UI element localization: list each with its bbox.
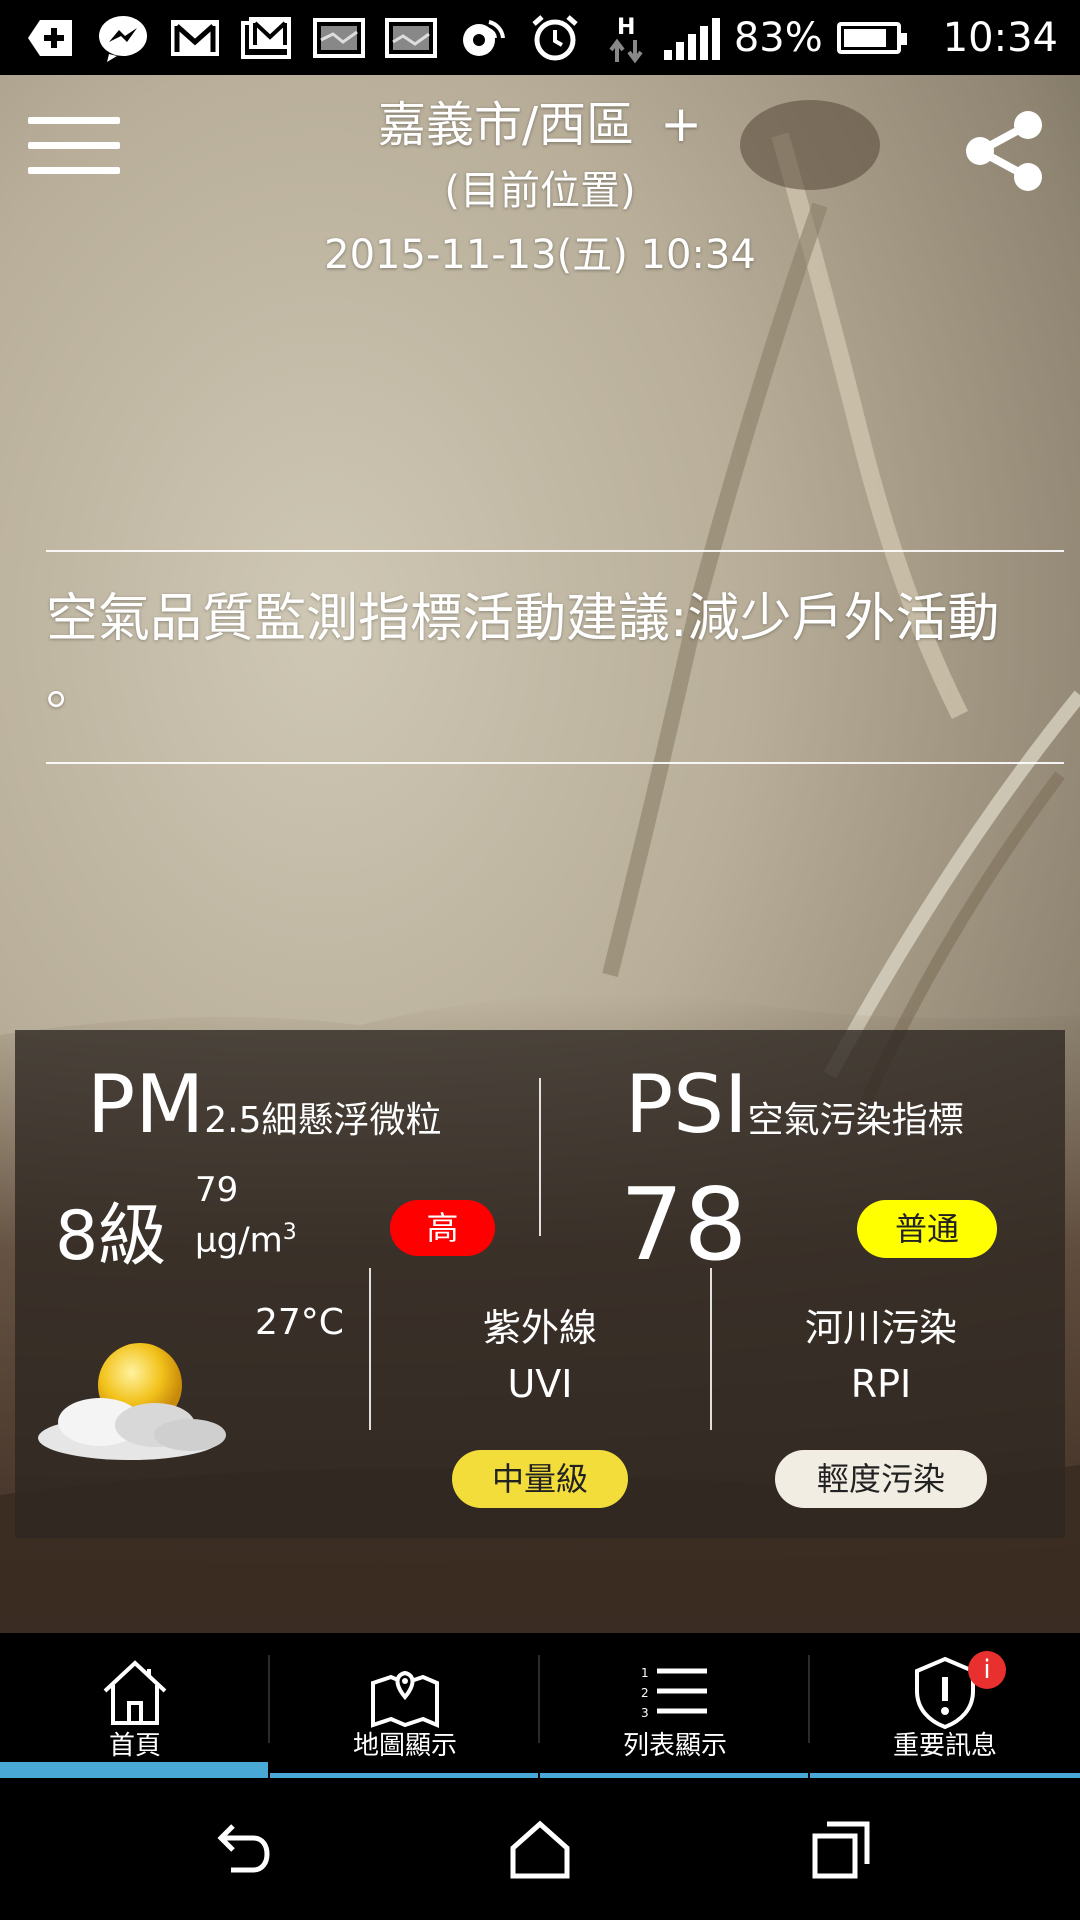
gmail-icon [238, 14, 296, 62]
svg-text:3: 3 [641, 1706, 649, 1720]
image-icon [382, 14, 440, 62]
pm25-status-badge: 高 [390, 1200, 495, 1256]
location-header: 嘉義市/西區 + (目前位置) 2015-11-13(五) 10:34 [0, 89, 1080, 288]
active-tab-indicator [0, 1762, 268, 1778]
svg-text:2: 2 [641, 1686, 649, 1700]
list-icon: 1 2 3 [641, 1666, 707, 1720]
divider [46, 762, 1064, 764]
add-icon [22, 14, 80, 62]
status-bar: H 83% 10:34 [0, 0, 1080, 75]
signal-icon [663, 16, 720, 60]
system-nav-bar [0, 1778, 1080, 1920]
psi-status-badge: 普通 [857, 1200, 997, 1258]
battery-icon [836, 21, 907, 54]
tab-map[interactable]: 地圖顯示 [270, 1633, 540, 1778]
data-h-icon: H [598, 14, 656, 63]
image-icon [310, 14, 368, 62]
tab-alerts[interactable]: i 重要訊息 [810, 1633, 1080, 1778]
battery-percent: 83% [733, 14, 823, 61]
tab-home[interactable]: 首頁 [0, 1633, 270, 1778]
pm25-level: 8級 [55, 1197, 167, 1276]
alarm-icon [526, 14, 584, 62]
update-datetime: 2015-11-13(五) 10:34 [324, 232, 756, 278]
home-icon [103, 1660, 167, 1725]
tab-alerts-label: 重要訊息 [892, 1731, 997, 1761]
nfc-icon [454, 14, 512, 62]
svg-text:1: 1 [641, 1666, 649, 1680]
tab-map-label: 地圖顯示 [352, 1731, 457, 1761]
air-quality-panel: PM2.5細懸浮微粒 PSI空氣污染指標 8級 79 μg/m3 高 78 普通… [15, 1030, 1065, 1538]
activity-advice: 空氣品質監測指標活動建議:減少戶外活動 。 [46, 589, 1000, 717]
divider [369, 1268, 371, 1430]
notification-badge: i [968, 1651, 1006, 1689]
divider [46, 550, 1064, 552]
share-icon[interactable] [956, 103, 1052, 199]
divider [539, 1078, 541, 1236]
messenger-icon [94, 14, 152, 62]
clock: 10:34 [942, 14, 1058, 61]
back-icon[interactable] [205, 1814, 275, 1884]
pm25-unit: μg/m3 [195, 1220, 297, 1261]
tab-home-label: 首頁 [108, 1731, 161, 1761]
map-icon [371, 1670, 439, 1729]
tab-list-label: 列表顯示 [622, 1731, 727, 1761]
temperature: 27°C [255, 1302, 344, 1343]
add-location-button[interactable]: + [660, 95, 702, 153]
uv-label: 紫外線 [482, 1306, 597, 1350]
uv-status-badge: 中量級 [452, 1450, 628, 1508]
svg-text:H: H [617, 15, 635, 40]
river-code: RPI [850, 1362, 912, 1406]
uv-code: UVI [507, 1362, 573, 1406]
pm25-value: 79 [195, 1170, 239, 1210]
gmail-icon [166, 14, 224, 62]
divider [710, 1268, 712, 1430]
partly-cloudy-icon [38, 1343, 226, 1460]
pm25-title: PM2.5細懸浮微粒 [87, 1058, 442, 1151]
bottom-nav: 首頁 地圖顯示 1 2 3 列表顯示 i 重要訊息 [0, 1633, 1080, 1778]
recent-apps-icon[interactable] [805, 1814, 875, 1884]
main-content: 嘉義市/西區 + (目前位置) 2015-11-13(五) 10:34 空氣品質監… [0, 75, 1080, 1633]
river-status-badge: 輕度污染 [775, 1450, 987, 1508]
home-nav-icon[interactable] [505, 1814, 575, 1884]
location-name[interactable]: 嘉義市/西區 [378, 97, 634, 153]
psi-title: PSI空氣污染指標 [625, 1058, 964, 1151]
river-label: 河川污染 [804, 1306, 957, 1350]
tab-list[interactable]: 1 2 3 列表顯示 [540, 1633, 810, 1778]
psi-value: 78 [620, 1166, 748, 1283]
current-location-label: (目前位置) [444, 168, 636, 214]
